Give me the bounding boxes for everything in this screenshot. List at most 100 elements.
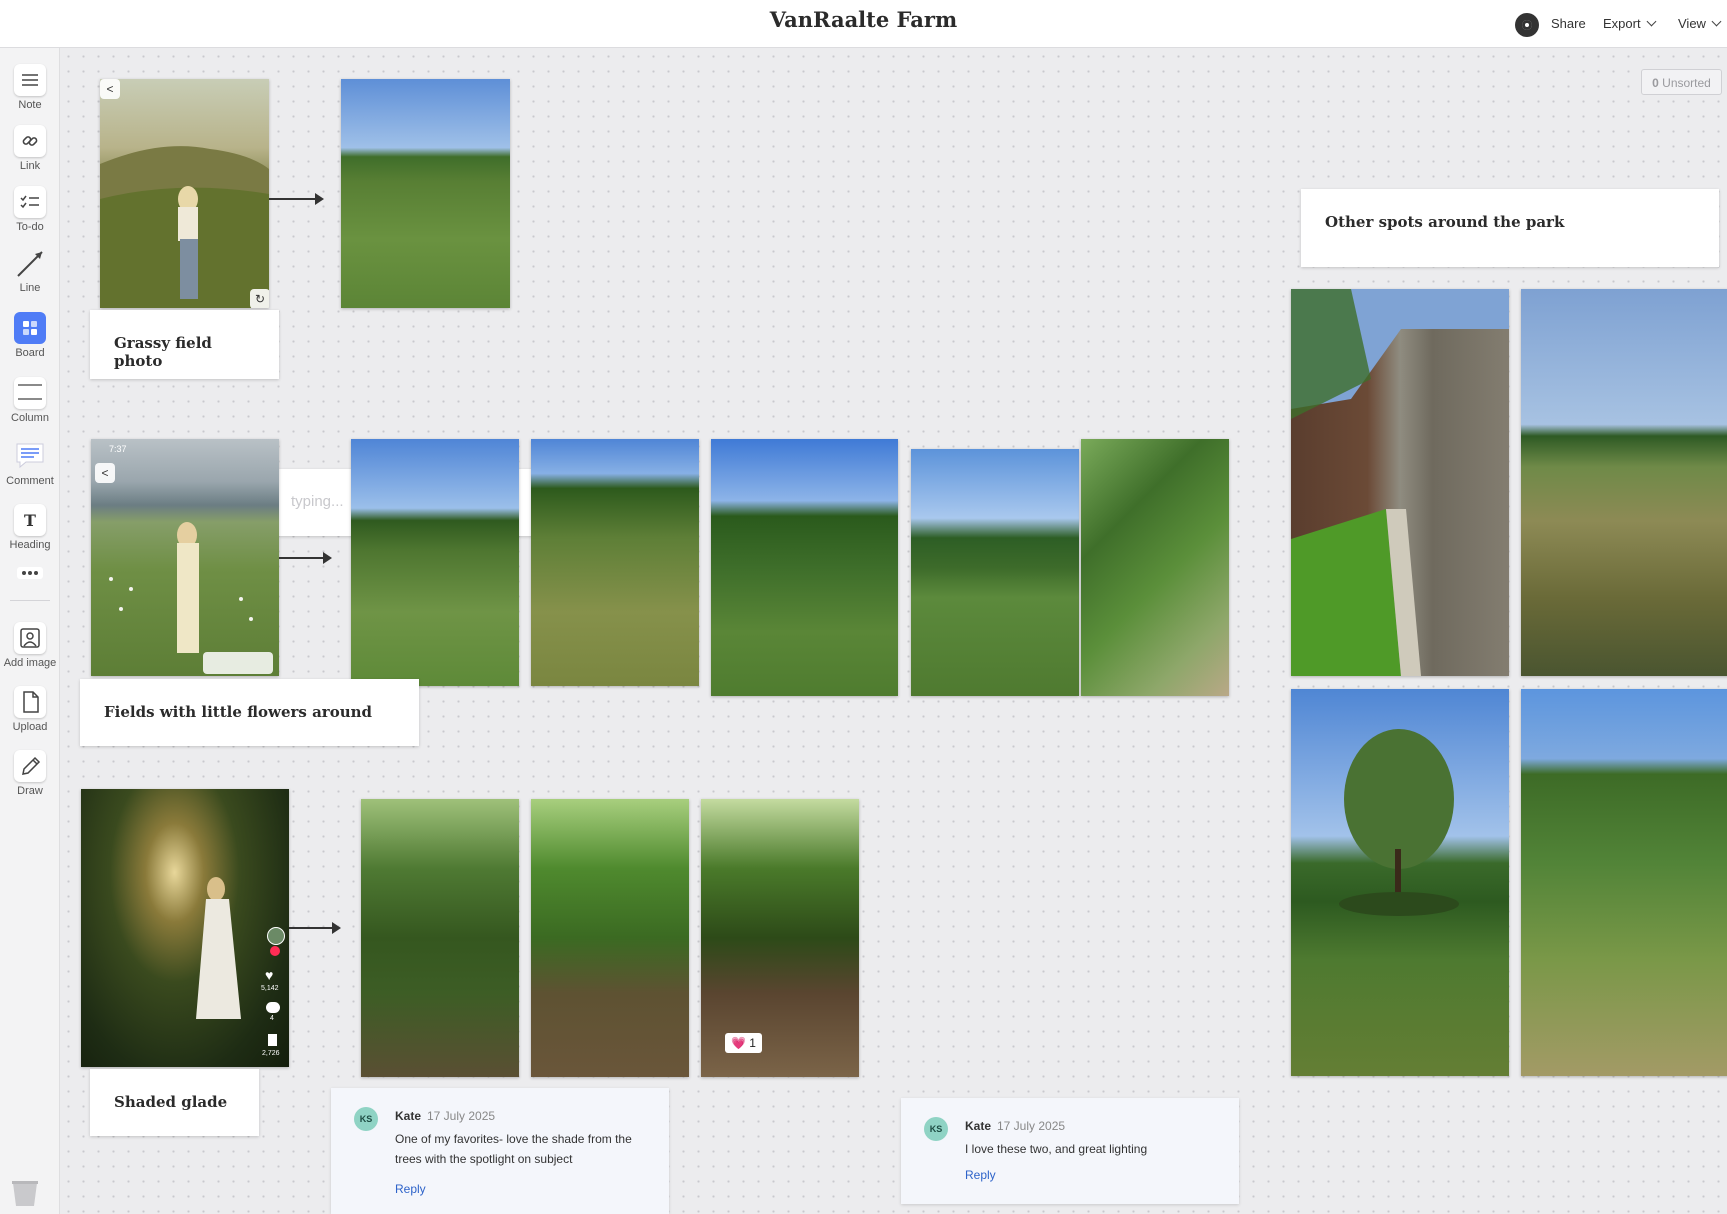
connector-arrow[interactable] [269,193,324,205]
tool-add-image[interactable]: Add image [0,622,60,669]
comment-icon [14,440,46,472]
comment-thread-2[interactable]: KS Kate 17 July 2025 I love these two, a… [901,1098,1239,1204]
unsorted-label: Unsorted [1662,76,1711,90]
tool-draw[interactable]: Draw [0,750,60,797]
tool-label: Upload [12,721,48,733]
tool-column[interactable]: Column [0,377,60,424]
card-fields-flowers[interactable]: Fields with little flowers around [80,679,419,746]
tool-comment[interactable]: Comment [0,440,60,487]
comment-text: I love these two, and great lighting [965,1142,1148,1156]
reply-link[interactable]: Reply [395,1182,426,1196]
photo-field-flowers-5[interactable] [1081,439,1229,696]
comment-author: Kate [395,1109,422,1123]
share-button[interactable]: Share [1551,16,1586,31]
reference-photo-fields-flowers[interactable]: 7:37 < [91,439,279,676]
top-bar: VanRaalte Farm Share Export View [0,0,1727,48]
draw-icon [14,750,46,782]
upload-icon [14,686,46,718]
tool-todo[interactable]: To-do [0,186,60,233]
tool-note[interactable]: Note [0,64,60,111]
tool-label: Line [19,282,41,294]
photo-field-flowers-1[interactable] [351,439,519,686]
photo-barn[interactable] [1291,289,1509,676]
view-menu-button[interactable]: View [1678,16,1722,31]
column-icon [14,377,46,409]
add-image-icon [14,622,46,654]
avatar: KS [924,1117,948,1141]
more-icon [14,563,46,583]
tool-label: Add image [3,657,57,669]
tool-heading[interactable]: T Heading [0,504,60,551]
card-title: Fields with little flowers around [104,703,372,721]
link-icon [14,125,46,157]
profile-avatar-icon[interactable] [267,927,285,945]
photo-shaded-glade-3[interactable]: 💗 1 [701,799,859,1077]
photo-field-flowers-3[interactable] [711,439,898,696]
connector-arrow[interactable] [279,552,332,564]
svg-text:T: T [24,511,36,530]
note-icon [14,64,46,96]
sidebar-divider [10,600,50,601]
reference-photo-shaded-glade[interactable]: ♥ 5,142 4 2,726 [81,789,289,1067]
tool-label: Heading [9,539,51,551]
line-icon [14,247,46,279]
follow-plus-icon[interactable] [270,946,280,956]
export-menu-button[interactable]: Export [1603,16,1657,31]
tool-board[interactable]: Board [0,312,60,359]
photo-grassy-field[interactable] [341,79,510,308]
refresh-icon[interactable]: ↻ [250,289,269,308]
unsorted-count: 0 [1652,76,1659,90]
board-icon [14,312,46,344]
trash-icon[interactable] [11,1179,39,1207]
comment-thread-1[interactable]: KS Kate 17 July 2025 One of my favorites… [331,1088,669,1214]
eye-icon[interactable] [1515,13,1539,37]
heart-icon: 💗 [731,1036,746,1050]
photo-tree-lawn[interactable] [1521,689,1727,1076]
back-icon[interactable]: < [95,463,115,483]
chevron-down-icon [1646,16,1657,27]
photo-shaded-glade-2[interactable] [531,799,689,1077]
tool-line[interactable]: Line [0,247,60,294]
reply-link[interactable]: Reply [965,1168,996,1182]
bookmark-icon[interactable] [268,1034,277,1046]
export-label: Export [1603,16,1641,31]
comment-author: Kate [965,1119,992,1133]
refresh-icon[interactable] [203,652,273,674]
reaction-count: 1 [749,1036,756,1050]
card-grassy-field[interactable]: Grassy field photo [90,310,279,379]
photo-open-field-tree[interactable] [1521,289,1727,676]
back-icon[interactable]: < [100,79,120,99]
status-time: 7:37 [109,444,127,454]
tool-link[interactable]: Link [0,125,60,172]
tool-more[interactable] [0,563,60,583]
tool-sidebar: Note Link To-do Line Board Column Commen… [0,48,60,1214]
view-label: View [1678,16,1706,31]
photo-lone-tree[interactable] [1291,689,1509,1076]
card-title: Other spots around the park [1325,213,1565,231]
tool-label: Board [15,347,45,359]
tool-label: To-do [16,221,44,233]
comment-bubble-icon[interactable] [266,1002,280,1013]
reaction-badge[interactable]: 💗 1 [725,1033,762,1053]
connector-arrow[interactable] [289,922,341,934]
tool-label: Draw [17,785,43,797]
card-title: Shaded glade [114,1093,228,1111]
reference-photo-grassy-field[interactable]: < ↻ [100,79,269,308]
avatar: KS [354,1107,378,1131]
card-other-spots[interactable]: Other spots around the park [1301,189,1719,267]
comments-count: 4 [270,1015,274,1022]
photo-field-flowers-2[interactable] [531,439,699,686]
comment-text: One of my favorites- love the shade from… [395,1132,632,1166]
share-label: Share [1551,16,1586,31]
heart-icon[interactable]: ♥ [265,967,273,983]
todo-icon [14,186,46,218]
tool-label: Note [18,99,42,111]
photo-shaded-glade-1[interactable] [361,799,519,1077]
card-shaded-glade[interactable]: Shaded glade [90,1069,259,1136]
tool-label: Comment [6,475,54,487]
tool-upload[interactable]: Upload [0,686,60,733]
likes-count: 5,142 [261,985,279,992]
board-canvas[interactable]: 0 Unsorted < ↻ Grassy field photo typing… [61,49,1727,1214]
photo-field-flowers-4[interactable] [911,449,1079,696]
unsorted-button[interactable]: 0 Unsorted [1641,69,1722,95]
